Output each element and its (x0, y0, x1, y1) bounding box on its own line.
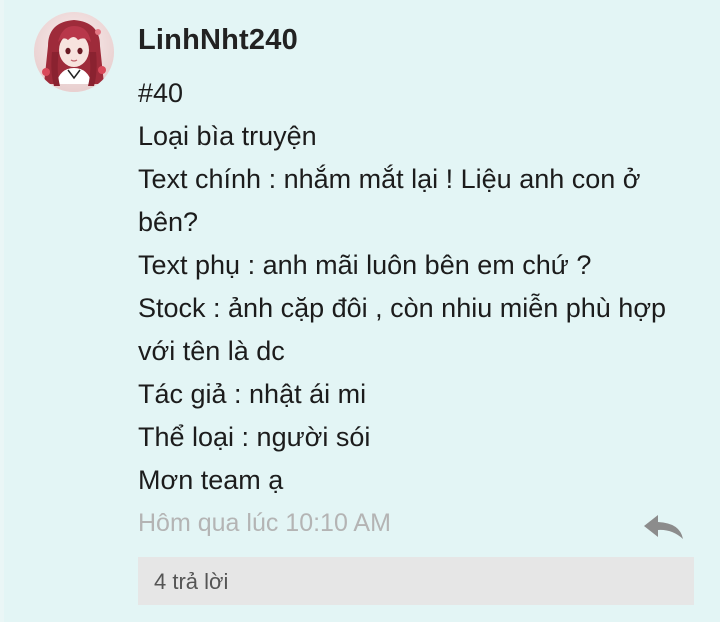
comment-line: Tác giả : nhật ái mi (138, 379, 367, 409)
comment-body: #40 Loại bìa truyện Text chính : nhắm mắ… (138, 72, 698, 502)
avatar[interactable] (34, 12, 114, 92)
comment-line: với tên là dc (138, 336, 285, 366)
replies-button[interactable]: 4 trả lời (138, 557, 694, 605)
comment-line: Loại bìa truyện (138, 121, 317, 151)
avatar-image (34, 12, 114, 92)
comment-line: Text phụ : anh mãi luôn bên em chứ ? (138, 250, 592, 280)
comment-line: Stock : ảnh cặp đôi , còn nhiu miễn phù … (138, 293, 667, 323)
comment-line: Thể loại : người sói (138, 422, 371, 452)
comment-line: Mơn team ạ (138, 465, 284, 495)
comment-line: Text chính : nhắm mắt lại ! Liệu anh con… (138, 164, 641, 194)
comment-line: bên? (138, 207, 199, 237)
comment-post: LinhNht240 #40 Loại bìa truyện Text chín… (0, 0, 720, 622)
reply-arrow-icon[interactable] (640, 512, 686, 542)
timestamp: Hôm qua lúc 10:10 AM (138, 509, 391, 537)
replies-count-label: 4 trả lời (154, 569, 229, 594)
comment-line: #40 (138, 78, 184, 108)
username[interactable]: LinhNht240 (138, 24, 298, 57)
